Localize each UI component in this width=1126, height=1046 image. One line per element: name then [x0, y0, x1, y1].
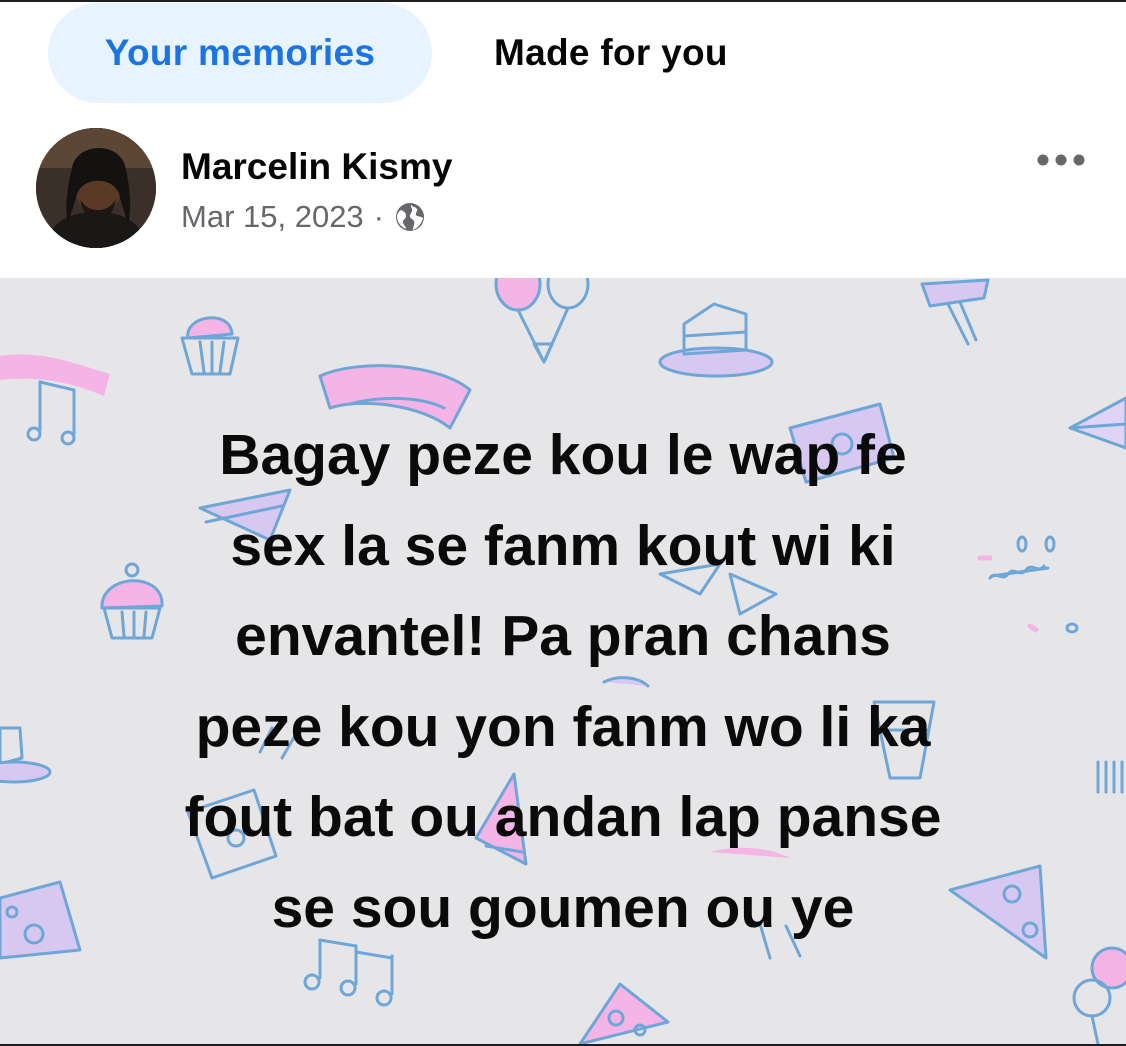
- popsicle-icon: [920, 278, 990, 346]
- balloons-icon: [494, 278, 590, 364]
- balloon-bottom-icon: [1072, 946, 1126, 1044]
- tab-made-for-you[interactable]: Made for you: [494, 3, 728, 103]
- tab-your-memories[interactable]: Your memories: [48, 3, 432, 103]
- pizza-slice-bottom-icon: [578, 982, 670, 1044]
- barcode-icon: [1096, 760, 1124, 794]
- post-text-line: peze kou yon fanm wo li ka: [195, 694, 931, 759]
- post-header: Marcelin Kismy Mar 15, 2023 ·: [0, 104, 1126, 278]
- post-text-line: se sou goumen ou ye: [271, 875, 855, 940]
- post-text: Bagay peze kou le wap fe sex la se fanm …: [80, 410, 1046, 953]
- memories-tab-bar: Your memories Made for you: [48, 2, 728, 104]
- meta-separator: ·: [373, 199, 384, 234]
- post-author-name[interactable]: Marcelin Kismy: [181, 146, 452, 188]
- post-text-line: Bagay peze kou le wap fe: [219, 423, 907, 487]
- post-date[interactable]: Mar 15, 2023: [181, 199, 364, 235]
- cupcake-icon: [180, 316, 240, 376]
- post-text-line: fout bat ou andan lap panse: [184, 785, 942, 849]
- pizza-slice-icon: [0, 880, 82, 960]
- post-text-line: envantel! Pa pran chans: [235, 604, 891, 668]
- more-options-icon[interactable]: [1036, 152, 1086, 168]
- pennant-icon: [1068, 396, 1126, 450]
- avatar[interactable]: [36, 128, 156, 248]
- post-text-line: sex la se fanm kout wi ki: [230, 513, 896, 578]
- globe-icon[interactable]: [394, 201, 426, 233]
- post-background-card[interactable]: Bagay peze kou le wap fe sex la se fanm …: [0, 278, 1126, 1044]
- avatar-image: [36, 128, 156, 248]
- cake-slice-icon: [0, 726, 52, 784]
- post-meta: Mar 15, 2023 ·: [181, 199, 426, 235]
- cake-icon: [658, 302, 774, 378]
